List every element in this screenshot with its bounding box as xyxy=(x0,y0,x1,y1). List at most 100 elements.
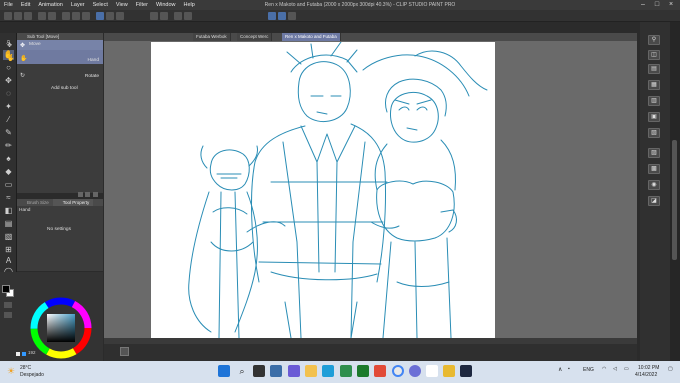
color-wheel[interactable] xyxy=(30,297,92,359)
transform-icon[interactable] xyxy=(72,12,80,20)
material-2-icon[interactable]: ▩ xyxy=(648,164,660,174)
save-icon[interactable] xyxy=(24,12,32,20)
menu-help[interactable]: Help xyxy=(180,2,199,8)
chrome-icon[interactable] xyxy=(392,365,404,377)
move-tool-icon[interactable]: ✥ xyxy=(3,76,14,86)
subtool-new-icon[interactable] xyxy=(92,192,98,197)
camera-icon[interactable]: ◉ xyxy=(648,180,660,190)
menu-animation[interactable]: Animation xyxy=(34,2,66,8)
start-icon[interactable] xyxy=(218,365,230,377)
tab-concept-werc[interactable]: Concept Werc xyxy=(237,33,273,41)
snap-to-grid-icon[interactable] xyxy=(288,12,296,20)
gradient-tool-icon[interactable]: ▤ xyxy=(3,219,14,229)
wifi-icon[interactable]: ◠ xyxy=(602,366,606,372)
color-mode-icon[interactable] xyxy=(16,352,20,356)
pencil-tool-icon[interactable]: ✏ xyxy=(3,141,14,151)
add-sub-tool-button[interactable]: Add sub tool xyxy=(17,84,103,94)
minimize-button[interactable]: – xyxy=(637,0,649,10)
open-file-icon[interactable] xyxy=(14,12,22,20)
layer-icon[interactable] xyxy=(150,12,158,20)
weather-icon[interactable]: ☀ xyxy=(7,366,15,377)
tab-tool-property[interactable]: Tool Property xyxy=(52,199,94,206)
brush-tool-icon[interactable]: ♠ xyxy=(3,154,14,164)
subtool-settings-icon[interactable] xyxy=(78,192,83,197)
eyedropper-tool-icon[interactable]: ⁄ xyxy=(3,115,14,125)
close-button[interactable]: × xyxy=(665,0,677,10)
snap-special-ruler-icon[interactable] xyxy=(106,12,114,20)
menu-view[interactable]: View xyxy=(112,2,132,8)
subtool-item-move[interactable]: Move xyxy=(17,40,103,50)
menu-layer[interactable]: Layer xyxy=(67,2,89,8)
fill-tool-icon[interactable]: ◧ xyxy=(3,206,14,216)
color-set-icon[interactable] xyxy=(4,312,12,318)
pen-tool-icon[interactable]: ✎ xyxy=(3,128,14,138)
layer-icon-right[interactable]: ▥ xyxy=(648,96,660,106)
assets-icon[interactable]: ◪ xyxy=(648,196,660,206)
selection-icon[interactable] xyxy=(174,12,182,20)
menu-edit[interactable]: Edit xyxy=(17,2,34,8)
navigator-icon[interactable]: ⚲ xyxy=(648,35,660,45)
drawing-canvas[interactable] xyxy=(151,41,495,339)
xbox-icon[interactable] xyxy=(357,365,369,377)
layer-property-icon[interactable]: ▤ xyxy=(648,64,660,74)
palette-icon[interactable] xyxy=(4,302,12,308)
right-scrollbar-thumb[interactable] xyxy=(672,140,677,260)
menu-file[interactable]: File xyxy=(0,2,17,8)
tray-chevron-icon[interactable]: ∧ xyxy=(558,366,562,373)
new-file-icon[interactable] xyxy=(4,12,12,20)
frame-tool-icon[interactable]: ⊞ xyxy=(3,245,14,255)
battery-icon[interactable]: ▭ xyxy=(624,366,629,372)
search-icon[interactable]: ⌕ xyxy=(236,365,248,377)
material-icon[interactable]: ▨ xyxy=(648,148,660,158)
maximize-button[interactable]: □ xyxy=(651,0,663,10)
layer-search-icon[interactable]: ▦ xyxy=(648,80,660,90)
office-icon[interactable] xyxy=(374,365,386,377)
menu-select[interactable]: Select xyxy=(89,2,112,8)
weather-desc[interactable]: Despejado xyxy=(20,372,44,378)
volume-icon[interactable]: ◁ xyxy=(613,366,617,372)
app-icon[interactable] xyxy=(426,365,438,377)
invert-selection-icon[interactable] xyxy=(184,12,192,20)
redo-icon[interactable] xyxy=(48,12,56,20)
tab-brush-size[interactable]: Brush Size xyxy=(17,199,53,206)
clear-icon[interactable] xyxy=(62,12,70,20)
history-icon[interactable]: ▣ xyxy=(648,112,660,122)
snap-ruler-icon[interactable] xyxy=(96,12,104,20)
notification-icon[interactable]: ▢ xyxy=(668,366,673,372)
text-tool-icon[interactable]: A xyxy=(3,256,14,266)
layer-mask-icon[interactable] xyxy=(160,12,168,20)
task-view-icon[interactable] xyxy=(253,365,265,377)
tab-futaba-werbok[interactable]: Futaba Werbok xyxy=(193,33,231,41)
clip-studio-paint-icon[interactable] xyxy=(460,365,472,377)
snap-to-ruler-icon[interactable] xyxy=(268,12,276,20)
subtool-copy-icon[interactable] xyxy=(85,192,91,197)
sub-tool-tab[interactable]: Sub Tool [Move] xyxy=(17,33,103,40)
tab-ren-x-makoto[interactable]: Ren x Makoto and Futaba xyxy=(282,33,341,41)
clip-studio-icon[interactable] xyxy=(443,365,455,377)
subtool-item-hand[interactable]: Hand xyxy=(17,50,103,64)
edge-icon[interactable] xyxy=(322,365,334,377)
menu-filter[interactable]: Filter xyxy=(132,2,152,8)
lasso-tool-icon[interactable]: ○ xyxy=(3,63,14,73)
menu-window[interactable]: Window xyxy=(152,2,180,8)
chat-icon[interactable] xyxy=(288,365,300,377)
airbrush-tool-icon[interactable]: ◆ xyxy=(3,167,14,177)
subtool-item-rotate[interactable]: Rotate xyxy=(17,64,103,79)
store-icon[interactable] xyxy=(340,365,352,377)
sub-view-icon[interactable]: ◫ xyxy=(648,50,660,60)
language-indicator[interactable]: ENG xyxy=(583,367,594,373)
clock-date[interactable]: 4/14/2022 xyxy=(635,372,657,378)
snap-to-special-ruler-icon[interactable] xyxy=(278,12,286,20)
snap-grid-icon[interactable] xyxy=(116,12,124,20)
file-explorer-icon[interactable] xyxy=(305,365,317,377)
eraser-tool-icon[interactable]: ▭ xyxy=(3,180,14,190)
weather-temp[interactable]: 28°C xyxy=(20,365,31,371)
undo-icon[interactable] xyxy=(38,12,46,20)
clock-time[interactable]: 10:02 PM xyxy=(638,365,659,371)
auto-select-tool-icon[interactable]: ✦ xyxy=(3,102,14,112)
blend-tool-icon[interactable]: ≈ xyxy=(3,193,14,203)
marquee-tool-icon[interactable]: ◌ xyxy=(3,89,14,99)
widgets-icon[interactable] xyxy=(270,365,282,377)
auto-actions-icon[interactable]: ▧ xyxy=(648,128,660,138)
tray-app-icon[interactable]: ▪ xyxy=(568,366,570,372)
